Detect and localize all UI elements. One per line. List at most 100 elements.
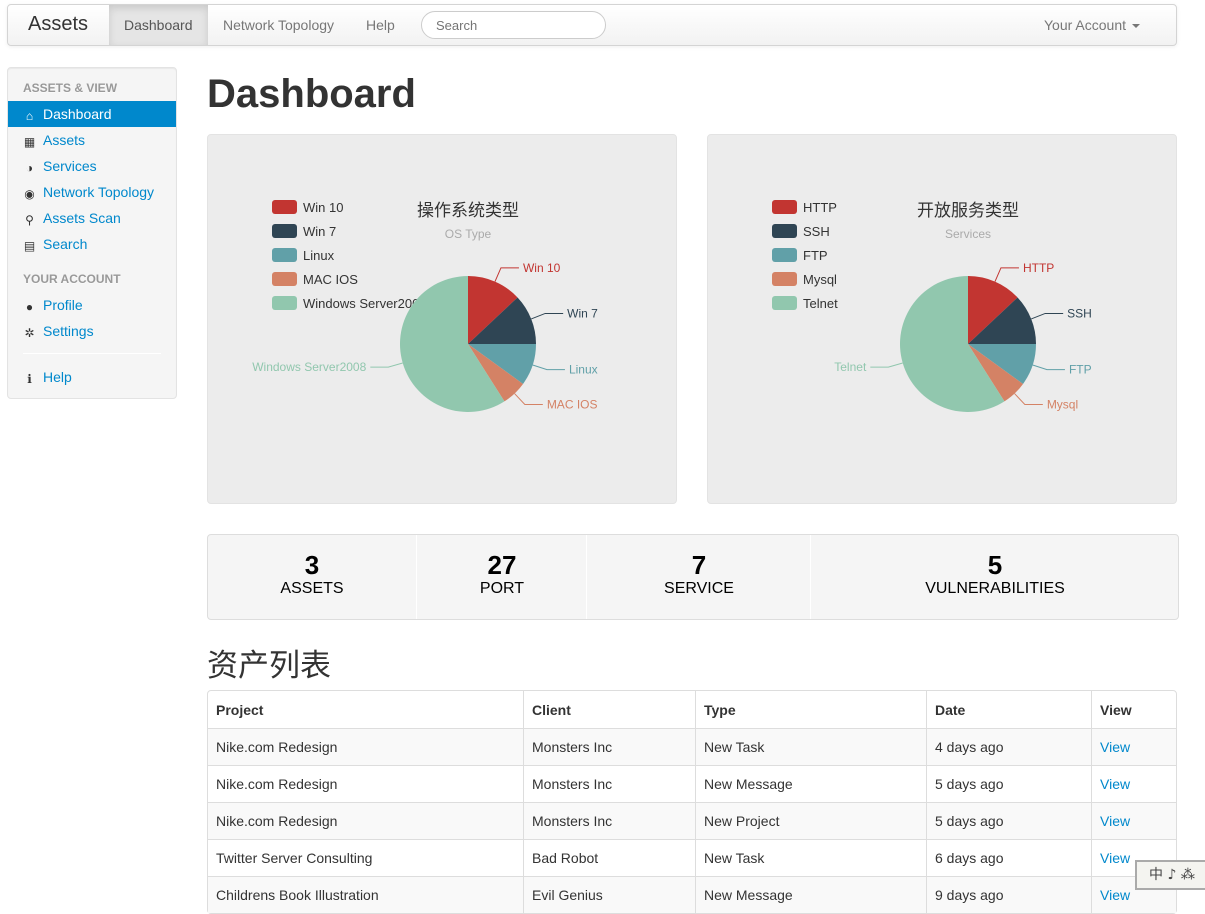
table-row: Twitter Server Consulting Bad Robot New … [208,839,1176,876]
cell-date: 9 days ago [926,876,1091,913]
pie-label: Win 10 [523,261,561,275]
pie-label: Linux [569,363,598,377]
list-icon: ▤ [23,239,36,253]
services-pie-chart: 开放服务类型 Services HTTP SSH FTP Mysql Telnet HTTP S… [772,200,1092,412]
info-icon: ℹ [27,372,32,386]
sidebar-item-services[interactable]: ◑ Services [8,153,176,179]
stat-value: 27 [487,550,517,580]
sidebar-item-profile[interactable]: ● Profile [8,292,176,318]
pie-label-line [870,362,903,368]
legend-label: SSH [803,224,830,239]
th-large-icon: ▦ [23,135,36,149]
stat-value: 7 [691,550,707,580]
column-header[interactable]: View [1091,691,1176,728]
legend-label: Mysql [803,272,837,287]
os-type-pie-chart: 操作系统类型 OS Type Win 10 Win 7 Linux MAC IOS Wind… [252,200,598,412]
sidebar-item-settings[interactable]: ✲ Settings [8,318,176,344]
view-link[interactable]: View [1100,739,1130,755]
chart-title: 操作系统类型 [417,201,519,220]
legend-label: Win 10 [303,200,343,215]
services-chart-panel: 开放服务类型 Services HTTP SSH FTP Mysql Telnet HTTP S… [707,134,1177,504]
stat-label: ASSETS [280,580,344,597]
pie-label-line [1031,312,1064,320]
legend-label: FTP [803,248,828,263]
sidebar-header-account: YOUR ACCOUNT [23,272,121,286]
view-link[interactable]: View [1100,887,1130,903]
sidebar-item-assets[interactable]: ▦ Assets [8,127,176,153]
chart-subtitle: Services [945,227,991,241]
legend-swatch [272,272,297,286]
sidebar-item-label: Settings [43,323,94,339]
search-input[interactable] [421,11,606,39]
sidebar-header-assets: ASSETS & VIEW [23,81,118,95]
cell-client: Monsters Inc [523,802,695,839]
os-type-chart-panel: 操作系统类型 OS Type Win 10 Win 7 Linux MAC IOS Wind… [207,134,677,504]
stat-divider [586,535,587,619]
cell-view: View [1091,765,1176,802]
sidebar-item-help[interactable]: ℹ Help [8,364,176,390]
legend-label: Linux [303,248,335,263]
cell-type: New Message [695,876,926,913]
legend-label: HTTP [803,200,837,215]
nav-help[interactable]: Help [351,5,410,45]
cell-date: 6 days ago [926,839,1091,876]
cell-type: New Task [695,728,926,765]
cell-project: Nike.com Redesign [208,728,523,765]
cell-type: New Message [695,765,926,802]
stat-vulnerabilities: 5 VULNERABILITIES [812,535,1178,619]
sidebar-item-label: Services [43,158,97,174]
chart-title: 开放服务类型 [917,201,1019,220]
column-header[interactable]: Date [926,691,1091,728]
watermark-stamp: 中 ♪ ⁂ [1135,860,1205,890]
user-icon: ● [25,300,34,314]
sidebar-item-label: Assets Scan [43,210,121,226]
stat-divider [416,535,417,619]
column-header[interactable]: Type [695,691,926,728]
pie-label-line [532,364,565,371]
sidebar: ASSETS & VIEW ⌂ Dashboard ▦ Assets ◑ Servic… [7,67,177,399]
pie-label-line [994,267,1019,282]
cell-date: 4 days ago [926,728,1091,765]
cell-client: Monsters Inc [523,765,695,802]
pie-label: HTTP [1023,261,1054,275]
cell-client: Monsters Inc [523,728,695,765]
stat-label: PORT [479,580,525,597]
legend-label: Windows Server2008 [303,296,427,311]
pie-label-line [514,393,543,406]
legend-label: Telnet [803,296,838,311]
sidebar-item-label: Profile [43,297,83,313]
sidebar-item-label: Assets [43,132,86,148]
legend-swatch [772,248,797,262]
account-dropdown[interactable]: Your Account [1044,5,1140,45]
table-row: Nike.com Redesign Monsters Inc New Proje… [208,802,1176,839]
brand-logo[interactable]: Assets [28,13,88,36]
stat-service: 7 SERVICE [588,535,810,619]
search-icon: ⚲ [25,213,34,227]
view-link[interactable]: View [1100,776,1130,792]
sidebar-item-assets-scan[interactable]: ⚲ Assets Scan [8,205,176,231]
pie-label: Windows Server2008 [252,360,366,374]
pie-label: Win 7 [567,306,598,320]
column-header[interactable]: Client [523,691,695,728]
nav-dashboard[interactable]: Dashboard [109,5,208,45]
legend-swatch [272,200,297,214]
adjust-icon: ◑ [25,161,34,175]
sidebar-item-network-topology[interactable]: ◉ Network Topology [8,179,176,205]
stat-label: SERVICE [664,580,734,597]
legend-swatch [272,296,297,310]
view-link[interactable]: View [1100,813,1130,829]
stat-value: 3 [304,550,320,580]
sidebar-item-search[interactable]: ▤ Search [8,231,176,257]
legend-swatch [772,200,797,214]
sidebar-item-label: Dashboard [43,106,112,122]
pie-label-line [370,362,403,368]
sidebar-item-dashboard[interactable]: ⌂ Dashboard [8,101,176,127]
view-link[interactable]: View [1100,850,1130,866]
nav-network-topology[interactable]: Network Topology [208,5,349,45]
account-label: Your Account [1044,17,1126,33]
cell-date: 5 days ago [926,802,1091,839]
column-header[interactable]: Project [208,691,523,728]
legend-swatch [772,296,797,310]
page-title: Dashboard [207,72,416,116]
pie-label: Mysql [1047,398,1078,412]
